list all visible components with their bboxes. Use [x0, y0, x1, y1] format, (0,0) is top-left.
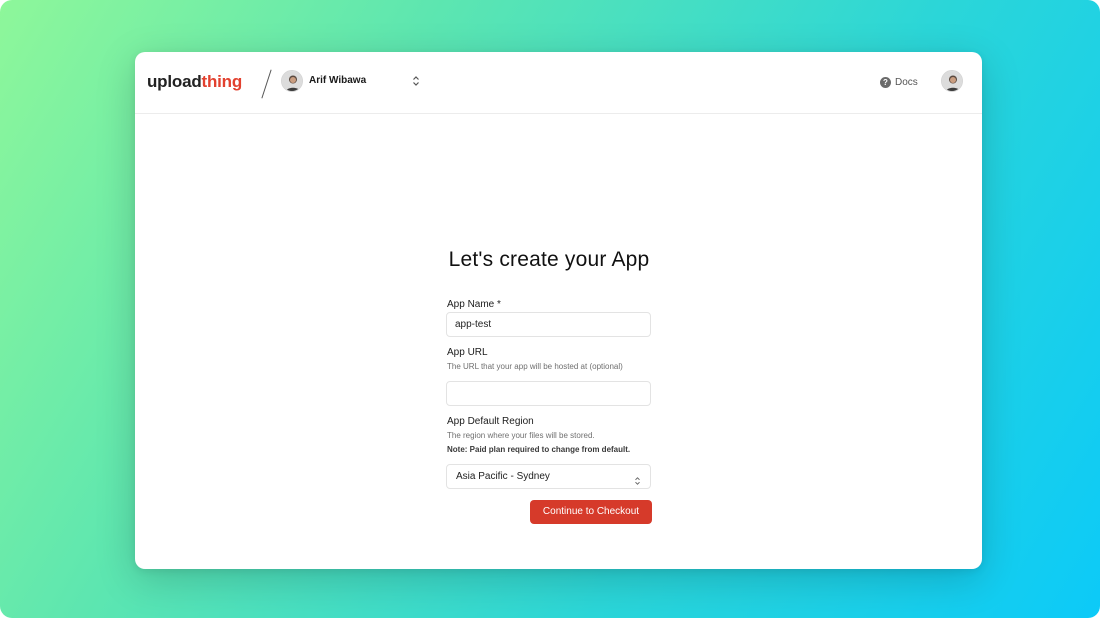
page-title: Let's create your App	[448, 248, 650, 271]
logo-text-thing: thing	[201, 72, 243, 91]
docs-link[interactable]: ? Docs	[880, 74, 918, 90]
app-name-label: App Name *	[447, 299, 501, 310]
app-url-input[interactable]	[446, 381, 651, 406]
account-avatar	[281, 70, 303, 92]
app-name-input[interactable]: app-test	[446, 312, 651, 337]
select-chevron-icon	[634, 472, 641, 485]
account-name[interactable]: Arif Wibawa	[309, 75, 366, 86]
region-select[interactable]: Asia Pacific - Sydney	[446, 464, 651, 489]
uploadthing-logo[interactable]: uploadthing	[147, 72, 242, 92]
region-label: App Default Region	[447, 416, 534, 427]
app-url-label: App URL	[447, 347, 488, 358]
region-selected-value: Asia Pacific - Sydney	[456, 471, 550, 482]
app-window: uploadthing Arif Wibawa ? Docs Let's cre…	[135, 52, 982, 569]
account-switcher-chevron-icon[interactable]	[411, 74, 421, 88]
region-note: Note: Paid plan required to change from …	[447, 445, 631, 454]
app-url-help: The URL that your app will be hosted at …	[447, 362, 623, 371]
docs-label: Docs	[895, 76, 918, 88]
user-avatar[interactable]	[941, 70, 963, 92]
help-circle-icon: ?	[880, 76, 891, 88]
gradient-backdrop: uploadthing Arif Wibawa ? Docs Let's cre…	[0, 0, 1100, 618]
top-navbar: uploadthing Arif Wibawa ? Docs	[135, 52, 982, 114]
breadcrumb-divider	[261, 69, 272, 99]
logo-text-upload: upload	[147, 72, 202, 91]
region-help: The region where your files will be stor…	[447, 431, 595, 440]
continue-to-checkout-button[interactable]: Continue to Checkout	[530, 500, 652, 524]
